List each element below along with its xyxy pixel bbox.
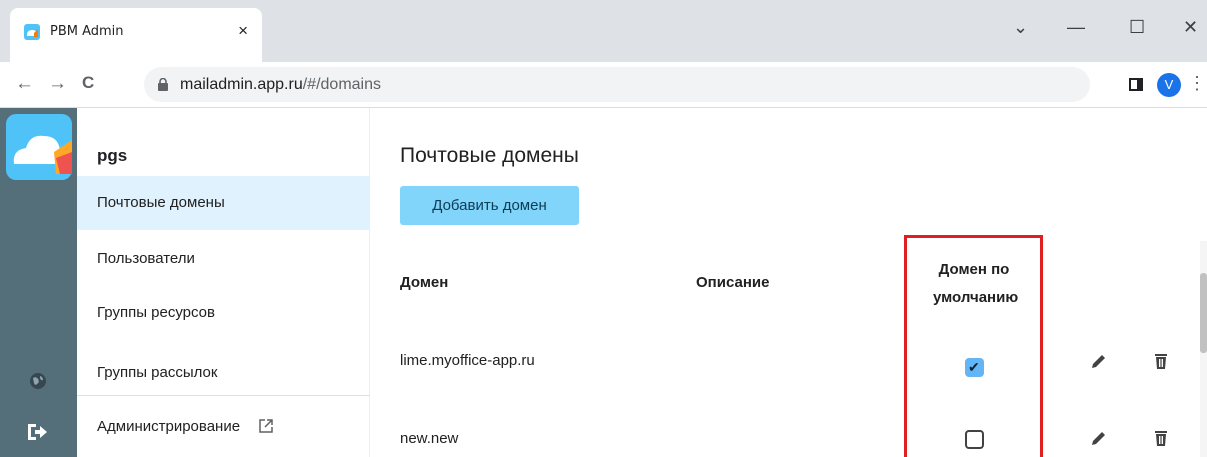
scrollbar-thumb[interactable]	[1200, 273, 1207, 353]
back-icon[interactable]: ←	[15, 74, 34, 93]
sidebar-item-label: Группы ресурсов	[97, 304, 215, 321]
sidebar-item-label: Группы рассылок	[97, 364, 218, 381]
column-header-description[interactable]: Описание	[696, 274, 769, 291]
default-checkbox-unchecked[interactable]	[965, 430, 984, 449]
sidebar-item-mailing-groups[interactable]: Группы рассылок	[77, 338, 370, 392]
column-header-domain[interactable]: Домен	[400, 274, 448, 291]
page-title: Почтовые домены	[400, 144, 579, 167]
forward-icon[interactable]: →	[48, 74, 67, 93]
delete-icon[interactable]	[1152, 352, 1170, 370]
browser-toolbar: ← → C mailadmin.app.ru/#/domains V ⋮	[0, 62, 1207, 108]
sidebar-item-resource-groups[interactable]: Группы ресурсов	[77, 284, 370, 338]
column-header-default-line1: Домен по	[938, 261, 1010, 278]
sidebar: pgs Почтовые домены Пользователи Группы …	[77, 108, 370, 457]
logout-icon[interactable]	[26, 422, 48, 442]
default-checkbox-checked[interactable]	[965, 358, 984, 377]
edit-icon[interactable]	[1090, 429, 1108, 447]
browser-tab[interactable]: PBM Admin ×	[10, 8, 262, 62]
minimize-icon[interactable]: —	[1067, 18, 1085, 36]
lock-icon	[158, 78, 168, 91]
sidebar-item-label: Администрирование	[97, 418, 241, 435]
tab-close-icon[interactable]: ×	[238, 21, 248, 41]
sidebar-item-users[interactable]: Пользователи	[77, 230, 370, 284]
row-domain: lime.myoffice-app.ru	[400, 352, 535, 369]
column-header-default[interactable]: Домен по умолчанию	[933, 261, 1019, 306]
reload-icon[interactable]: C	[82, 74, 94, 91]
cloud-logo-icon[interactable]	[6, 114, 72, 180]
add-domain-button[interactable]: Добавить домен	[400, 186, 579, 225]
app-favicon-icon	[24, 24, 40, 40]
browser-tab-bar: PBM Admin × ⌄ — ☐ ✕	[0, 0, 1207, 62]
org-name: pgs	[97, 146, 128, 165]
browser-menu-icon[interactable]: ⋮	[1188, 74, 1206, 92]
sidebar-divider	[77, 395, 370, 396]
url-text: mailadmin.app.ru/#/domains	[180, 76, 381, 94]
address-bar[interactable]: mailadmin.app.ru/#/domains	[144, 67, 1090, 102]
sidebar-item-label: Пользователи	[97, 250, 195, 267]
sidebar-item-mail-domains[interactable]: Почтовые домены	[77, 176, 370, 230]
url-host: mailadmin.app.ru	[180, 76, 303, 93]
maximize-icon[interactable]: ☐	[1129, 18, 1145, 36]
sidebar-item-label: Почтовые домены	[97, 194, 225, 211]
app-rail	[0, 108, 77, 457]
main-content: Почтовые домены Добавить домен Домен Опи…	[370, 108, 1207, 457]
tab-search-icon[interactable]: ⌄	[1013, 18, 1028, 36]
app: pgs Почтовые домены Пользователи Группы …	[0, 108, 1207, 457]
delete-icon[interactable]	[1152, 429, 1170, 447]
external-link-icon	[259, 419, 273, 433]
url-path: /#/domains	[302, 76, 381, 93]
side-panel-icon[interactable]	[1129, 78, 1143, 91]
profile-avatar[interactable]: V	[1157, 73, 1181, 97]
sidebar-item-administration[interactable]: Администрирование	[77, 403, 370, 457]
column-header-default-line2: умолчанию	[933, 289, 1019, 306]
edit-icon[interactable]	[1090, 352, 1108, 370]
tab-title: PBM Admin	[50, 24, 124, 39]
window-close-icon[interactable]: ✕	[1183, 18, 1198, 36]
row-domain: new.new	[400, 430, 459, 447]
globe-icon[interactable]	[29, 372, 47, 390]
